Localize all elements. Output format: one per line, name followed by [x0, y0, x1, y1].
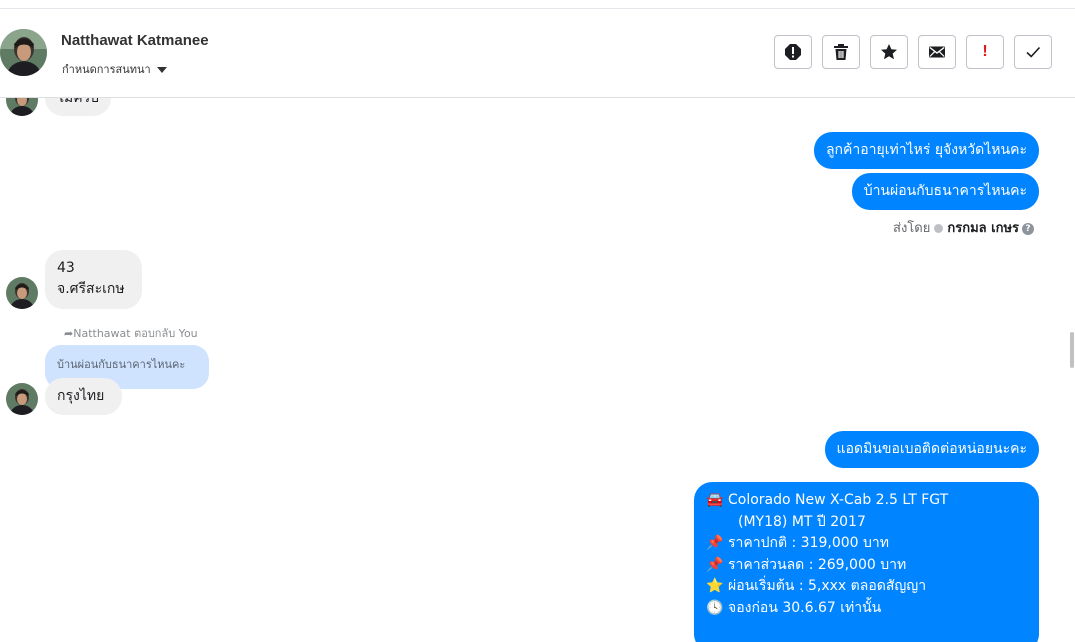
message-text: ไม่ครับ [57, 98, 100, 106]
contact-avatar[interactable] [0, 29, 47, 76]
conversation-header: Natthawat Katmanee กำหนดการสนทนา ! [0, 9, 1075, 98]
reply-arrow-icon: ➦ [64, 327, 74, 340]
incoming-message: กรุงไทย [45, 378, 122, 415]
message-text: กรุงไทย [57, 388, 105, 404]
outgoing-promo-message: 🚘 Colorado New X-Cab 2.5 LT FGT (MY18) MT… [694, 482, 1039, 642]
card-line-car: 🚘 Colorado New X-Cab 2.5 LT FGT [706, 490, 1027, 512]
car-icon: 🚘 [706, 492, 724, 508]
help-icon[interactable]: ? [1022, 222, 1034, 235]
agent-status-icon [934, 224, 944, 233]
message-text-line: 43 [57, 260, 75, 276]
message-text: ลูกค้าอายุเท่าไหร่ ยุจังหวัดไหนคะ [825, 142, 1027, 158]
incoming-message: ไม่ครับ [45, 98, 112, 116]
card-line-model: (MY18) MT ปี 2017 [738, 513, 866, 530]
incoming-message: 43 จ.ศรีสะเกษ [45, 250, 142, 309]
pin-icon: 📌 [706, 535, 724, 551]
reply-note: ➦Natthawat ตอบกลับ You [64, 324, 198, 342]
star-emoji-icon: ⭐ [706, 578, 724, 594]
mail-icon [929, 46, 945, 58]
quote-text: บ้านผ่อนกับธนาคารไหนคะ [57, 358, 186, 371]
card-line-price: 📌 ราคาปกติ : 319,000 บาท [706, 533, 1027, 555]
assign-conversation-dropdown[interactable]: กำหนดการสนทนา [62, 60, 167, 78]
message-text: แอดมินขอเบอติดต่อหน่อยนะคะ [836, 441, 1027, 457]
pin-icon: 📌 [706, 556, 724, 573]
card-line-discount: 📌 ราคาส่วนลด : 269,000 บาท [706, 555, 1027, 577]
card-text: ราคาส่วนลด : 269,000 บาท [728, 556, 907, 573]
sent-by-info: ส่งโดย กรกมล เกษร? [893, 217, 1034, 238]
card-text: Colorado New X-Cab 2.5 LT FGT [728, 492, 949, 508]
card-text: จองก่อน 30.6.67 เท่านั้น [728, 599, 882, 616]
star-icon [881, 44, 897, 60]
card-line-installment: ⭐ ผ่อนเริ่มต้น : 5,xxx ตลอดสัญญา [706, 576, 1027, 598]
contact-avatar-small [6, 277, 38, 309]
outgoing-message: แอดมินขอเบอติดต่อหน่อยนะคะ [824, 431, 1039, 468]
caret-down-icon [156, 67, 167, 73]
delete-button[interactable] [822, 35, 860, 69]
outgoing-message: ลูกค้าอายุเท่าไหร่ ยุจังหวัดไหนคะ [813, 132, 1039, 169]
mark-unread-button[interactable] [918, 35, 956, 69]
star-button[interactable] [870, 35, 908, 69]
report-spam-button[interactable] [774, 35, 812, 69]
check-icon [1026, 46, 1041, 58]
sent-by-name: กรกมล เกษร [947, 221, 1019, 236]
scrollbar-thumb[interactable] [1070, 332, 1074, 368]
contact-name[interactable]: Natthawat Katmanee [61, 32, 209, 49]
contact-avatar-small [6, 383, 38, 415]
clock-icon: 🕓 [706, 599, 724, 616]
card-line-deadline: 🕓 จองก่อน 30.6.67 เท่านั้น [706, 598, 1027, 620]
mark-important-button[interactable]: ! [966, 35, 1004, 69]
outgoing-message: บ้านผ่อนกับธนาคารไหนคะ [851, 173, 1039, 210]
contact-avatar-small [6, 98, 38, 116]
sent-by-prefix: ส่งโดย [893, 221, 931, 236]
assign-label: กำหนดการสนทนา [62, 63, 151, 76]
card-text: ผ่อนเริ่มต้น : 5,xxx ตลอดสัญญา [728, 578, 927, 594]
card-text: ราคาปกติ : 319,000 บาท [728, 535, 889, 551]
thread-scrollbar[interactable] [1070, 98, 1075, 642]
top-strip [0, 0, 1075, 9]
trash-icon [834, 44, 848, 60]
message-text-line: จ.ศรีสะเกษ [57, 281, 125, 297]
important-icon: ! [982, 43, 988, 60]
message-text: บ้านผ่อนกับธนาคารไหนคะ [863, 183, 1027, 199]
reply-note-text: Natthawat ตอบกลับ You [73, 327, 198, 340]
report-spam-icon [785, 44, 801, 60]
message-thread[interactable]: ไม่ครับ ลูกค้าอายุเท่าไหร่ ยุจังหวัดไหนค… [0, 98, 1070, 642]
mark-done-button[interactable] [1014, 35, 1052, 69]
